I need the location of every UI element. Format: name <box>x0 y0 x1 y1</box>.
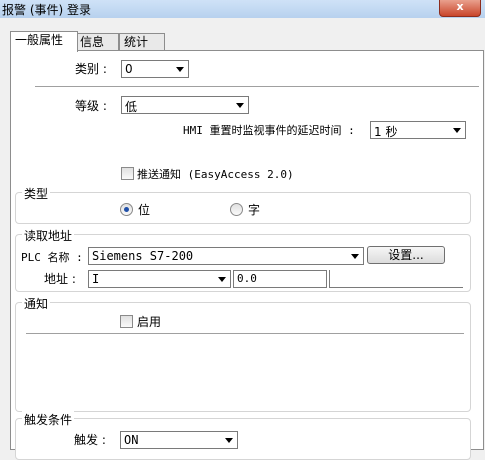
type-word-radio[interactable] <box>230 203 243 216</box>
divider <box>35 86 479 87</box>
tab-message[interactable]: 信息 <box>75 33 119 51</box>
tab-general[interactable]: 一般属性 <box>10 31 78 52</box>
chevron-down-icon <box>351 254 359 259</box>
notify-group: 通知 启用 <box>15 295 471 412</box>
type-group: 类型 位 字 <box>15 185 471 224</box>
read-address-group: 读取地址 PLC 名称 : Siemens S7-200 设置... 地址 : … <box>15 227 471 292</box>
chevron-down-icon <box>453 128 461 133</box>
address-type-select[interactable]: I <box>88 270 231 288</box>
notify-divider <box>26 333 464 334</box>
notify-enable-checkbox[interactable] <box>120 315 133 328</box>
type-word-label: 字 <box>248 203 261 217</box>
hmi-delay-select[interactable]: 1 秒 <box>370 121 466 139</box>
level-value: 低 <box>125 100 138 114</box>
tab-statistics[interactable]: 统计 <box>119 33 165 51</box>
address-extra-field[interactable] <box>329 270 463 288</box>
tab-statistics-label: 统计 <box>124 35 149 49</box>
title-bar: 报警 (事件) 登录 x <box>0 0 485 18</box>
type-bit-label: 位 <box>138 203 151 217</box>
trigger-select[interactable]: ON <box>120 431 238 449</box>
category-select[interactable]: 0 <box>121 60 189 78</box>
type-bit-radio[interactable] <box>120 203 133 216</box>
settings-button[interactable]: 设置... <box>367 246 445 264</box>
trigger-group: 触发条件 触发 : ON <box>15 411 471 460</box>
push-notification-checkbox[interactable] <box>121 167 134 180</box>
category-label: 类别 : <box>75 62 107 76</box>
level-select[interactable]: 低 <box>121 96 249 114</box>
tab-panel: 类别 : 0 等级 : 低 HMI 重置时监视事件的延迟时间 : 1 秒 推送通… <box>10 50 484 460</box>
hmi-delay-label: HMI 重置时监视事件的延迟时间 : <box>183 124 355 137</box>
address-type-value: I <box>92 272 100 286</box>
window-title: 报警 (事件) 登录 <box>2 3 91 17</box>
notify-group-title: 通知 <box>22 295 51 312</box>
category-value: 0 <box>125 62 133 76</box>
settings-button-label: 设置... <box>388 248 424 262</box>
chevron-down-icon <box>225 438 233 443</box>
chevron-down-icon <box>176 67 184 72</box>
tab-general-label: 一般属性 <box>15 33 64 47</box>
push-notification-label: 推送通知 (EasyAccess 2.0) <box>137 168 294 181</box>
chevron-down-icon <box>218 277 226 282</box>
close-button[interactable]: x <box>439 0 481 17</box>
close-icon: x <box>456 0 464 13</box>
address-input[interactable]: 0.0 <box>233 270 327 288</box>
trigger-group-title: 触发条件 <box>22 411 75 428</box>
chevron-down-icon <box>236 103 244 108</box>
plc-name-value: Siemens S7-200 <box>92 249 194 263</box>
trigger-value: ON <box>124 433 139 447</box>
tab-message-label: 信息 <box>80 35 105 49</box>
read-address-title: 读取地址 <box>22 227 75 244</box>
plc-name-select[interactable]: Siemens S7-200 <box>88 247 364 265</box>
level-label: 等级 : <box>75 99 107 113</box>
address-label: 地址 : <box>44 272 76 286</box>
plc-name-label: PLC 名称 : <box>21 251 83 264</box>
type-group-title: 类型 <box>22 185 51 202</box>
notify-enable-label: 启用 <box>137 315 162 329</box>
trigger-label: 触发 : <box>74 433 106 447</box>
hmi-delay-value: 1 秒 <box>374 125 398 139</box>
